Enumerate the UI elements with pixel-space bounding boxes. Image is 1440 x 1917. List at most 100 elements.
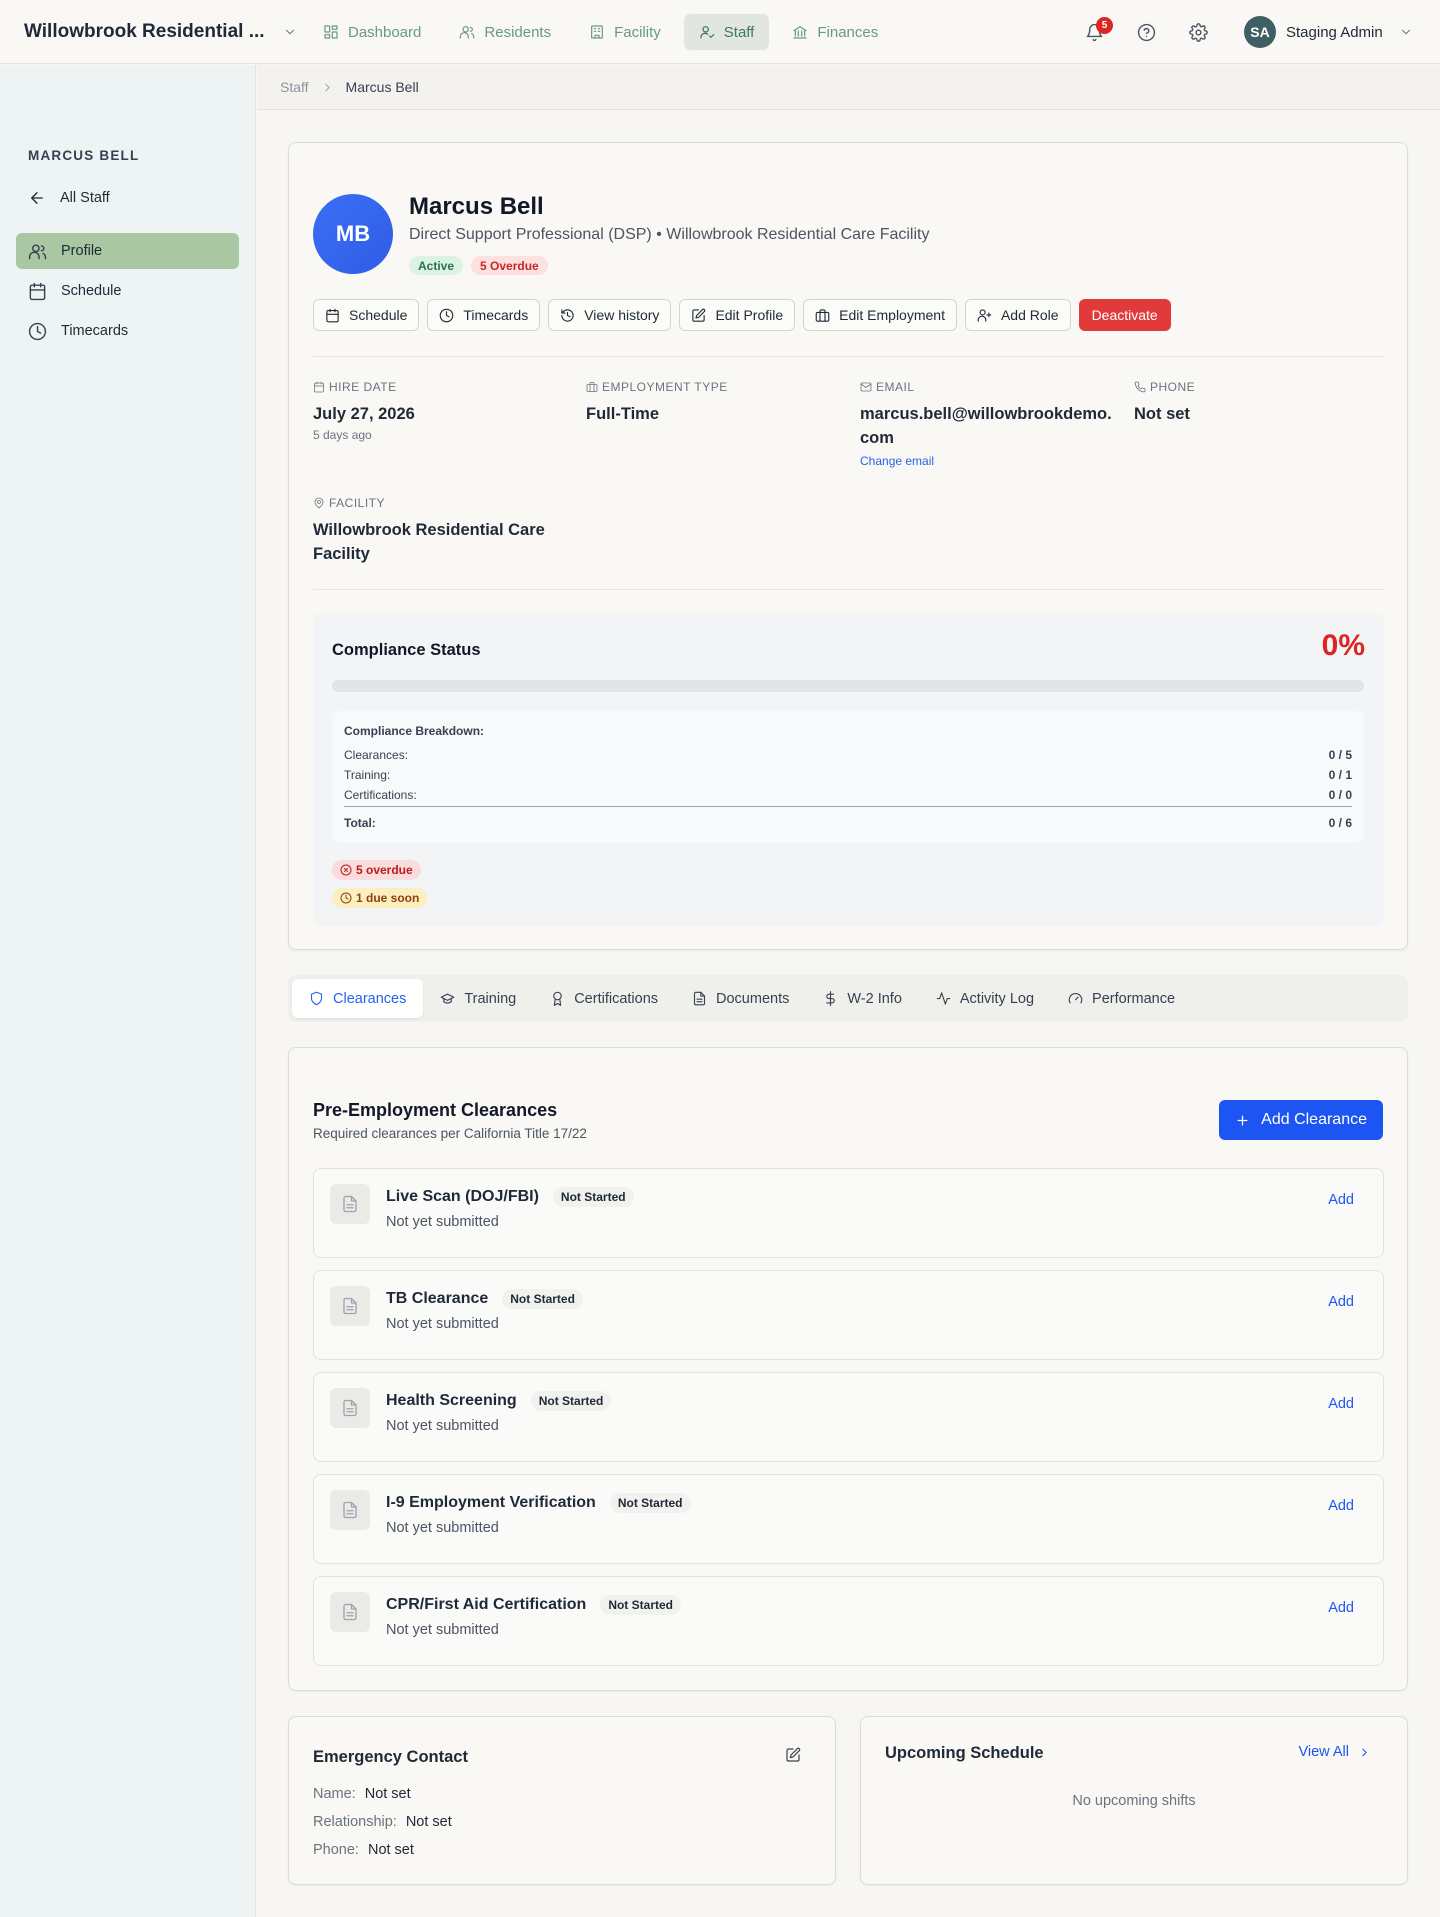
view-all-link[interactable]: View All: [1298, 1744, 1371, 1760]
email-label: EMAIL: [876, 380, 915, 394]
edit-profile-button[interactable]: Edit Profile: [679, 299, 796, 331]
empty-schedule-message: No upcoming shifts: [1072, 1793, 1196, 1809]
edit-employment-button[interactable]: Edit Employment: [803, 299, 957, 331]
tab-w2-info[interactable]: W-2 Info: [806, 979, 919, 1018]
employment-type-label: EMPLOYMENT TYPE: [602, 380, 728, 394]
tab-training[interactable]: Training: [423, 979, 533, 1018]
clearance-description: Not yet submitted: [386, 1622, 499, 1638]
breadcrumb-staff-link[interactable]: Staff: [280, 79, 309, 95]
nav-residents[interactable]: Residents: [444, 14, 566, 50]
users-icon: [28, 243, 47, 259]
tab-activity-log[interactable]: Activity Log: [919, 979, 1051, 1018]
clearance-name: I-9 Employment Verification: [386, 1494, 596, 1511]
role-separator: •: [656, 226, 662, 243]
clearance-add-button[interactable]: Add: [1328, 1600, 1354, 1616]
view-history-button-label: View history: [584, 307, 660, 323]
edit-icon: [692, 308, 706, 322]
help-button[interactable]: [1134, 20, 1158, 44]
breakdown-value: 0 / 0: [1328, 788, 1352, 802]
sidebar-item-schedule[interactable]: Schedule: [16, 273, 239, 309]
upcoming-schedule-card: Upcoming Schedule View All No upcoming s…: [860, 1716, 1408, 1885]
divider: [313, 356, 1384, 357]
nav-residents-label: Residents: [484, 23, 552, 41]
chevron-right-icon: [1362, 1748, 1367, 1756]
phone-value: Not set: [1134, 405, 1190, 423]
clearances-card: Pre-Employment Clearances Required clear…: [288, 1047, 1408, 1691]
schedule-button[interactable]: Schedule: [313, 299, 420, 331]
add-role-button[interactable]: Add Role: [964, 299, 1071, 331]
clearance-description: Not yet submitted: [386, 1316, 499, 1332]
edit-emergency-contact-button[interactable]: [785, 1747, 801, 1763]
tab-label: Training: [464, 990, 517, 1007]
divider: [313, 589, 1384, 590]
document-icon: [343, 1501, 357, 1519]
tab-certifications[interactable]: Certifications: [533, 979, 675, 1018]
emergency-contact-name-row: Name: Not set: [313, 1786, 411, 1802]
sidebar-nav: Profile Schedule Timecards: [16, 233, 239, 353]
breakdown-label: Training:: [344, 768, 391, 782]
sidebar-item-profile[interactable]: Profile: [16, 233, 239, 269]
clearance-header: TB Clearance Not Started: [386, 1289, 583, 1309]
sidebar-item-timecards[interactable]: Timecards: [16, 313, 239, 349]
tab-performance[interactable]: Performance: [1051, 979, 1192, 1018]
hire-date-relative: 5 days ago: [313, 428, 372, 442]
breakdown-label: Clearances:: [344, 748, 409, 762]
employment-type-field: EMPLOYMENT TYPE Full-Time: [586, 380, 846, 426]
hire-date-field: HIRE DATE July 27, 2026 5 days ago: [313, 380, 573, 442]
facility-selector[interactable]: Willowbrook Residential ...: [24, 18, 297, 46]
clearance-name: TB Clearance: [386, 1290, 489, 1307]
change-email-link[interactable]: Change email: [860, 454, 1120, 468]
deactivate-button[interactable]: Deactivate: [1078, 299, 1171, 331]
x-circle-icon: [340, 864, 352, 876]
timecards-button[interactable]: Timecards: [427, 299, 541, 331]
hire-date-label: HIRE DATE: [329, 380, 397, 394]
tab-label: Clearances: [333, 990, 407, 1007]
calendar-icon: [326, 308, 339, 322]
emergency-contact-title: Emergency Contact: [313, 1748, 468, 1766]
tab-documents[interactable]: Documents: [675, 979, 806, 1018]
clearance-status-badge: Not Started: [502, 1289, 583, 1309]
compliance-title: Compliance Status: [332, 641, 481, 659]
tab-clearances[interactable]: Clearances: [292, 979, 424, 1018]
emergency-contact-card: Emergency Contact Name: Not set Relation…: [288, 1716, 836, 1885]
ec-label: Name:: [313, 1786, 356, 1802]
back-to-all-staff-link[interactable]: All Staff: [28, 189, 110, 207]
emergency-contact-phone-row: Phone: Not set: [313, 1842, 414, 1858]
add-clearance-button[interactable]: Add Clearance: [1219, 1100, 1383, 1140]
breakdown-row-training: Training: 0 / 1: [344, 768, 1352, 782]
clearances-subtitle: Required clearances per California Title…: [313, 1126, 587, 1141]
clearance-add-button[interactable]: Add: [1328, 1498, 1354, 1514]
email-value-line-1: marcus.bell@willowbrookdemo.: [860, 405, 1112, 423]
phone-icon: [1134, 381, 1146, 393]
calendar-icon: [29, 282, 46, 300]
edit-profile-button-label: Edit Profile: [715, 307, 784, 323]
facility-label-row: FACILITY: [313, 496, 573, 510]
facility-selector-label: Willowbrook Residential ...: [24, 21, 265, 42]
arrow-left-icon: [31, 192, 43, 204]
staff-name: Marcus Bell: [409, 193, 544, 220]
view-history-button[interactable]: View history: [548, 299, 672, 331]
clearance-name: Live Scan (DOJ/FBI): [386, 1188, 539, 1205]
ec-value: Not set: [367, 1842, 414, 1858]
nav-finances[interactable]: Finances: [777, 14, 893, 50]
user-menu[interactable]: SA Staging Admin: [1244, 16, 1413, 48]
clearance-add-button[interactable]: Add: [1328, 1294, 1354, 1310]
clock-icon: [28, 322, 47, 340]
clearance-doc-icon-wrap: [330, 1184, 370, 1224]
clearance-add-button[interactable]: Add: [1328, 1192, 1354, 1208]
breakdown-row-clearances: Clearances: 0 / 5: [344, 748, 1352, 762]
phone-label: PHONE: [1150, 380, 1196, 394]
nav-staff[interactable]: Staff: [683, 14, 770, 50]
edit-icon: [786, 1747, 801, 1762]
clearance-add-button[interactable]: Add: [1328, 1396, 1354, 1412]
nav-dashboard[interactable]: Dashboard: [308, 14, 436, 50]
clearance-item-cpr: CPR/First Aid Certification Not Started …: [313, 1576, 1384, 1666]
document-icon: [343, 1195, 357, 1213]
breadcrumb-current: Marcus Bell: [345, 79, 419, 95]
breakdown-divider: [344, 806, 1352, 807]
settings-button[interactable]: [1186, 20, 1210, 44]
nav-facility[interactable]: Facility: [574, 14, 676, 50]
staff-role: Direct Support Professional (DSP): [409, 226, 652, 243]
overdue-count-label: 5 overdue: [356, 863, 413, 877]
document-icon: [693, 991, 706, 1006]
